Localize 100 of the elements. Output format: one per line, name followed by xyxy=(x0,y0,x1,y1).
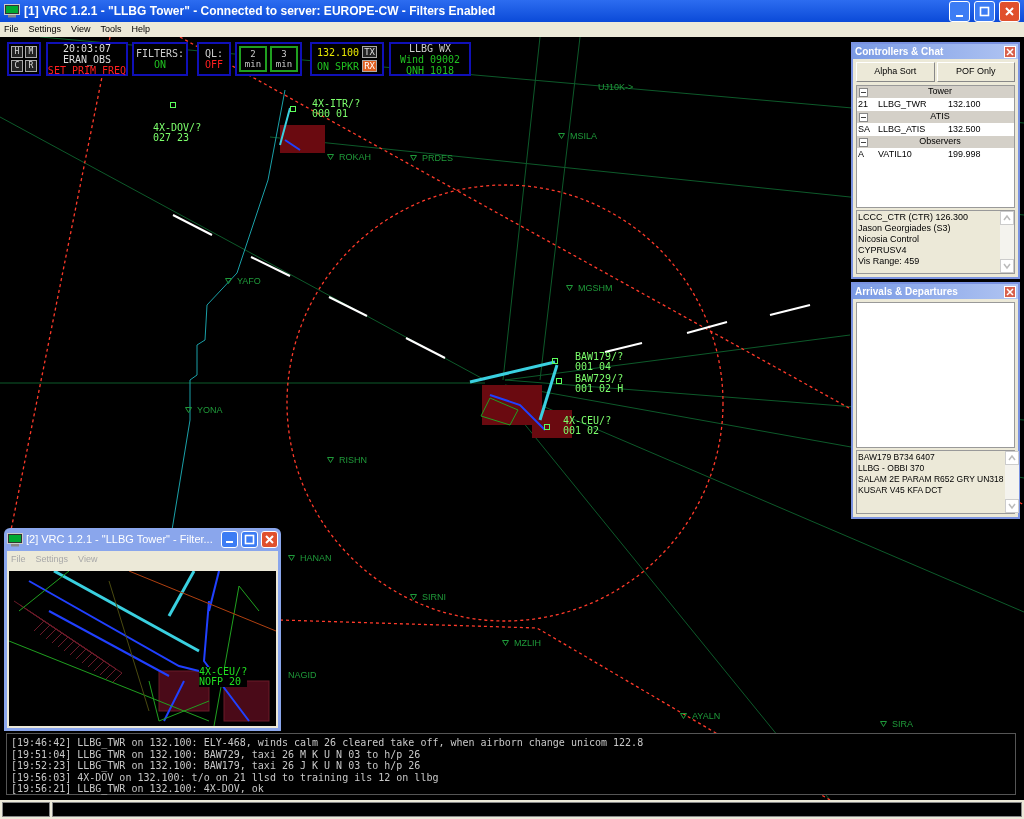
group-header[interactable]: Observers xyxy=(857,136,1014,148)
controller-callsign: LLBG_TWR xyxy=(878,97,928,111)
aircraft-target-icon xyxy=(290,106,296,112)
monitor-icon xyxy=(4,4,20,18)
maximize-button[interactable] xyxy=(241,531,258,548)
close-button[interactable] xyxy=(1004,45,1016,58)
group-name: ATIS xyxy=(929,110,951,124)
waypoint-icon xyxy=(410,155,417,161)
menu-item[interactable]: Help xyxy=(131,22,150,37)
waypoint-label: PRDES xyxy=(422,153,453,163)
controller-info-line: CYPRUSV4 xyxy=(858,245,908,256)
aircraft-callsign[interactable]: 4X-ITR/? xyxy=(312,99,361,109)
quick-look-panel[interactable]: QL: OFF xyxy=(197,42,231,76)
waypoint-label: MGSHM xyxy=(578,283,613,293)
chat-message: [19:56:03] 4X-DOV on 132.100: t/o on 21 llsd to training ils 12 on llbg xyxy=(11,771,440,783)
maximize-icon xyxy=(244,534,255,545)
alert-text: SET PRIM FREQ xyxy=(47,64,127,76)
group-header[interactable]: ATIS xyxy=(857,111,1014,123)
clock-time: 20:03:07 xyxy=(62,42,112,54)
controller-row[interactable]: 21 LLBG_TWR 132.100 xyxy=(857,98,1014,111)
waypoint-label: SIRA xyxy=(892,719,913,729)
aircraft-callsign[interactable]: BAW729/? xyxy=(575,374,624,384)
collapse-icon[interactable] xyxy=(859,87,868,97)
controller-rating: 21 xyxy=(858,97,869,111)
panel-title: Arrivals & Departures xyxy=(855,285,958,299)
controller-info-line: Nicosia Control xyxy=(858,234,921,245)
aircraft-target-icon xyxy=(170,102,176,108)
flight-plan-line: LLBG - OBBI 370 xyxy=(858,463,926,474)
callsign-text: ERAN_OBS xyxy=(62,53,112,65)
controller-row[interactable]: SA LLBG_ATIS 132.500 xyxy=(857,123,1014,136)
close-icon xyxy=(1006,287,1014,296)
menu-item[interactable]: Settings xyxy=(28,22,62,37)
sort-button[interactable]: Alpha Sort xyxy=(856,62,935,82)
flight-plan-line: BAW179 B734 6407 xyxy=(858,452,936,463)
waypoint-icon xyxy=(680,713,687,719)
filters-panel[interactable]: FILTERS: ON xyxy=(132,42,188,76)
quick-look-label: QL: xyxy=(204,48,224,59)
waypoint-icon xyxy=(225,278,232,284)
group-name: Observers xyxy=(918,135,962,149)
collapse-icon[interactable] xyxy=(859,137,868,147)
menu-item[interactable]: View xyxy=(71,22,91,37)
minimize-button[interactable] xyxy=(221,531,238,548)
controller-info-line: Jason Georgiades (S3) xyxy=(858,223,952,234)
controller-row[interactable]: A VATIL10 199.998 xyxy=(857,148,1014,161)
close-button[interactable] xyxy=(261,531,278,548)
controller-info-line: Vis Range: 459 xyxy=(858,256,921,267)
filters-value: ON xyxy=(153,59,166,70)
aircraft-data: 001 04 xyxy=(575,362,613,372)
aircraft-data: 027 23 xyxy=(153,133,191,143)
waypoint-icon xyxy=(558,133,565,139)
group-header[interactable]: Tower xyxy=(857,86,1014,98)
waypoint-label: YAFO xyxy=(237,276,261,286)
controller-info-line: LCCC_CTR (CTR) 126.300 xyxy=(858,212,970,223)
aircraft-callsign[interactable]: 4X-DOV/? xyxy=(153,123,202,133)
waypoint-label: HANAN xyxy=(300,553,332,563)
aircraft-callsign[interactable]: 4X-CEU/? xyxy=(199,667,248,677)
window-title: [2] VRC 1.2.1 - "LLBG Tower" - Filter... xyxy=(26,532,214,548)
waypoint-icon xyxy=(327,457,334,463)
timer-button[interactable]: 3 min xyxy=(270,46,298,72)
waypoint-icon xyxy=(880,721,887,727)
menu-item[interactable]: File xyxy=(4,22,19,37)
sort-button[interactable]: POF Only xyxy=(936,62,1015,82)
controller-frequency: 199.998 xyxy=(948,147,981,161)
waypoint-icon xyxy=(566,285,573,291)
display-mode-button[interactable]: M xyxy=(25,46,37,58)
controller-rating: SA xyxy=(858,122,871,136)
waypoint-label: AYALN xyxy=(692,711,721,721)
display-mode-button[interactable]: H xyxy=(11,46,23,58)
menu-item[interactable]: Tools xyxy=(100,22,122,37)
minimize-button[interactable] xyxy=(949,0,970,22)
transmit-toggle[interactable]: TX xyxy=(362,46,377,58)
minimize-icon xyxy=(226,541,233,543)
maximize-button[interactable] xyxy=(974,0,995,22)
flight-plan-line: SALAM 2E PARAM R652 GRY UN318 xyxy=(858,474,1004,485)
aircraft-callsign[interactable]: BAW179/? xyxy=(575,352,624,362)
timer-button[interactable]: 2 min xyxy=(239,46,267,72)
wind-text: Wind 09002 xyxy=(399,53,461,65)
close-button[interactable] xyxy=(1004,285,1016,298)
monitor-icon xyxy=(7,532,23,547)
waypoint-icon xyxy=(185,407,192,413)
command-input[interactable] xyxy=(52,802,1022,817)
close-button[interactable] xyxy=(999,0,1020,22)
maximize-icon xyxy=(979,5,990,17)
collapse-icon[interactable] xyxy=(859,112,868,122)
aircraft-data: 001 02 H xyxy=(575,384,624,394)
waypoint-label: UJ10K-> xyxy=(598,82,634,92)
aircraft-target-icon xyxy=(556,378,562,384)
minimize-icon xyxy=(956,14,963,17)
waypoint-label: SIRNI xyxy=(422,592,446,602)
waypoint-label: MZLIH xyxy=(514,638,541,648)
aircraft-data: 000 01 xyxy=(312,109,350,119)
display-mode-button[interactable]: R xyxy=(25,60,37,72)
receive-toggle[interactable]: RX xyxy=(362,60,377,72)
display-mode-button[interactable]: C xyxy=(11,60,23,72)
weather-station: LLBG WX xyxy=(408,42,452,54)
close-icon xyxy=(264,534,275,545)
aircraft-data: 001 02 xyxy=(563,426,601,436)
close-icon xyxy=(1004,5,1015,17)
aircraft-callsign[interactable]: 4X-CEU/? xyxy=(563,416,612,426)
quick-look-value: OFF xyxy=(204,59,224,70)
